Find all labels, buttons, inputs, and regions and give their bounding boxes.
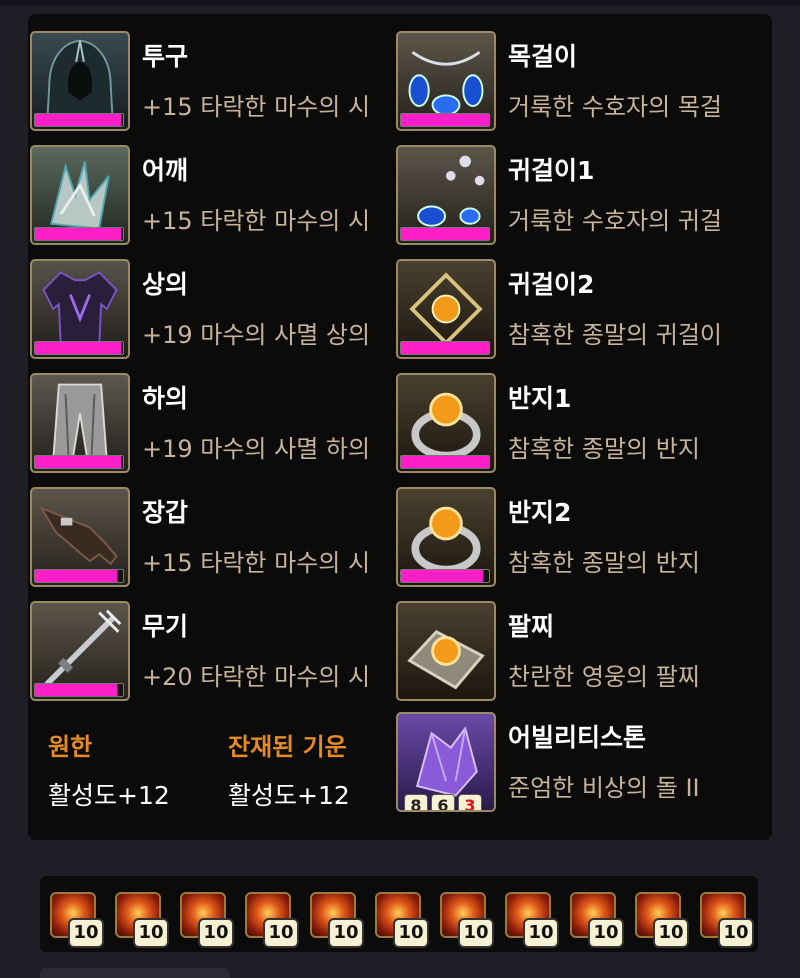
- item-name: 거룩한 수호자의 목걸: [508, 93, 722, 121]
- quality-bar: [400, 227, 490, 241]
- slot-label: 반지2: [508, 498, 572, 527]
- item-count: 10: [68, 918, 104, 948]
- item-name: 거룩한 수호자의 귀걸: [508, 207, 722, 235]
- equip-helmet[interactable]: 투구 +15 타락한 마수의 시: [30, 31, 390, 135]
- equip-bracelet[interactable]: 팔찌 찬란한 영웅의 팔찌: [396, 601, 756, 705]
- slot-label: 투구: [142, 42, 189, 71]
- item-name: +19 마수의 사멸 상의: [142, 321, 371, 349]
- slot-label: 팔찌: [508, 612, 555, 641]
- quality-bar-fill: [401, 228, 489, 240]
- equip-earring-2[interactable]: 귀걸이2 참혹한 종말의 귀걸이: [396, 259, 756, 363]
- item-name: 참혹한 종말의 귀걸이: [508, 321, 722, 349]
- item-count: 10: [653, 918, 689, 948]
- quality-bar-fill: [35, 684, 117, 696]
- equip-shoulder[interactable]: 어깨 +15 타락한 마수의 시: [30, 145, 390, 249]
- quality-bar-fill: [401, 456, 489, 468]
- slot-label: 목걸이: [508, 42, 578, 71]
- item-name: +20 타락한 마수의 시: [142, 663, 371, 691]
- consumable-slot[interactable]: 10: [115, 892, 169, 948]
- consumable-slot[interactable]: 10: [635, 892, 689, 948]
- item-count: 10: [198, 918, 234, 948]
- bottom-tab[interactable]: [40, 968, 230, 978]
- quality-bar-fill: [401, 570, 483, 582]
- quality-bar: [34, 455, 124, 469]
- quality-bar: [34, 683, 124, 697]
- top-edge: [0, 0, 800, 6]
- equip-pants[interactable]: 하의 +19 마수의 사멸 하의: [30, 373, 390, 477]
- slot-label: 어빌리티스톤: [508, 723, 647, 752]
- item-name: +19 마수의 사멸 하의: [142, 435, 371, 463]
- engraving-badges: 8 6 3: [404, 794, 482, 810]
- consumable-slot[interactable]: 10: [180, 892, 234, 948]
- quality-bar: [34, 227, 124, 241]
- quality-bar: [34, 569, 124, 583]
- slot-label: 반지1: [508, 384, 572, 413]
- quality-bar: [400, 341, 490, 355]
- slot-label: 귀걸이1: [508, 156, 595, 185]
- item-count: 10: [328, 918, 364, 948]
- slot-label: 하의: [142, 384, 189, 413]
- quality-bar-fill: [35, 342, 122, 354]
- equip-gloves[interactable]: 장갑 +15 타락한 마수의 시: [30, 487, 390, 591]
- quality-bar-fill: [35, 114, 122, 126]
- quality-bar: [34, 341, 124, 355]
- item-count: 10: [133, 918, 169, 948]
- slot-label: 상의: [142, 270, 189, 299]
- quality-bar-fill: [401, 114, 489, 126]
- quality-bar-fill: [35, 228, 122, 240]
- item-count: 10: [393, 918, 429, 948]
- item-name: +15 타락한 마수의 시: [142, 549, 371, 577]
- consumable-slot[interactable]: 10: [375, 892, 429, 948]
- ability-stone-icon: 8 6 3: [396, 712, 496, 812]
- item-name: 준엄한 비상의 돌 II: [508, 774, 700, 802]
- stat-value: 활성도+12: [228, 781, 350, 810]
- slot-label: 장갑: [142, 498, 189, 527]
- item-count: 10: [523, 918, 559, 948]
- slot-label: 무기: [142, 612, 189, 641]
- consumable-slot[interactable]: 10: [50, 892, 104, 948]
- consumable-slot[interactable]: 10: [440, 892, 494, 948]
- consumable-slot[interactable]: 10: [505, 892, 559, 948]
- stat-title: 잔재된 기운: [228, 733, 347, 761]
- item-count: 10: [263, 918, 299, 948]
- consumable-slot[interactable]: 10: [700, 892, 754, 948]
- equip-necklace[interactable]: 목걸이 거룩한 수호자의 목걸: [396, 31, 756, 135]
- item-name: 참혹한 종말의 반지: [508, 435, 700, 463]
- bracelet-icon: [396, 601, 496, 701]
- item-count: 10: [718, 918, 754, 948]
- quality-bar-fill: [35, 570, 117, 582]
- equipment-panel: 투구 +15 타락한 마수의 시 어깨 +15 타락한 마수의 시 상의 +19…: [28, 14, 772, 840]
- quality-bar-fill: [401, 342, 489, 354]
- consumable-slot[interactable]: 10: [570, 892, 624, 948]
- quality-bar-fill: [35, 456, 122, 468]
- item-name: 참혹한 종말의 반지: [508, 549, 700, 577]
- item-count: 10: [588, 918, 624, 948]
- stat-value: 활성도+12: [48, 781, 170, 810]
- item-name: +15 타락한 마수의 시: [142, 93, 371, 121]
- equip-ability-stone[interactable]: 8 6 3 어빌리티스톤 준엄한 비상의 돌 II: [396, 712, 756, 816]
- quality-bar: [400, 113, 490, 127]
- equip-weapon[interactable]: 무기 +20 타락한 마수의 시: [30, 601, 390, 705]
- quality-bar: [400, 455, 490, 469]
- stat-title: 원한: [48, 733, 93, 761]
- item-name: 찬란한 영웅의 팔찌: [508, 663, 700, 691]
- equip-earring-1[interactable]: 귀걸이1 거룩한 수호자의 귀걸: [396, 145, 756, 249]
- slot-label: 귀걸이2: [508, 270, 595, 299]
- quality-bar: [34, 113, 124, 127]
- engraving-badge-negative: 3: [458, 794, 482, 810]
- item-name: +15 타락한 마수의 시: [142, 207, 371, 235]
- quality-bar: [400, 569, 490, 583]
- equip-ring-1[interactable]: 반지1 참혹한 종말의 반지: [396, 373, 756, 477]
- engraving-badge: 8: [404, 794, 428, 810]
- item-count: 10: [458, 918, 494, 948]
- consumable-slot[interactable]: 10: [245, 892, 299, 948]
- consumable-slot[interactable]: 10: [310, 892, 364, 948]
- equip-ring-2[interactable]: 반지2 참혹한 종말의 반지: [396, 487, 756, 591]
- engraving-badge: 6: [431, 794, 455, 810]
- slot-label: 어깨: [142, 156, 189, 185]
- consumables-bar: 10 10 10 10 10 10 10 10 10 10 10: [40, 876, 758, 952]
- equip-chest[interactable]: 상의 +19 마수의 사멸 상의: [30, 259, 390, 363]
